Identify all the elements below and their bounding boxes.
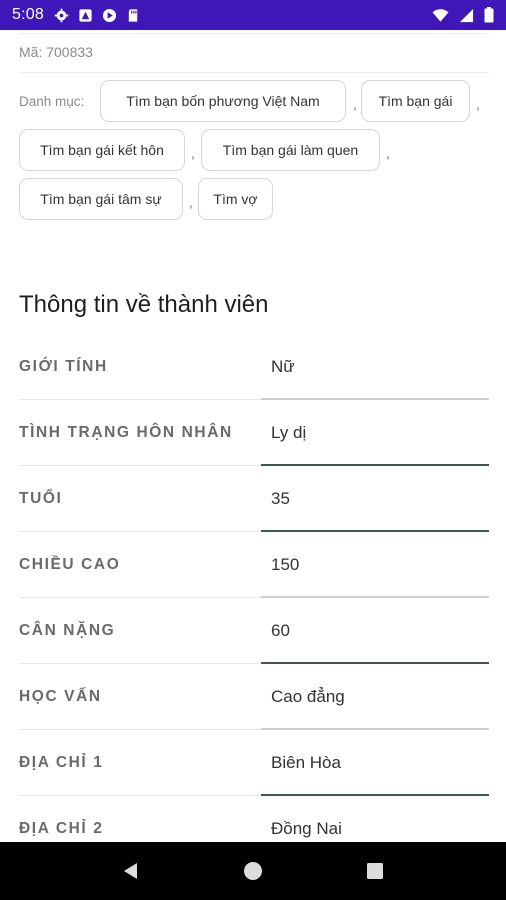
gear-icon bbox=[54, 8, 69, 22]
sd-card-icon bbox=[128, 8, 138, 22]
back-icon bbox=[124, 863, 137, 879]
listing-code: Mã: 700833 bbox=[19, 44, 93, 60]
row-value: Nữ bbox=[271, 357, 295, 376]
row-label: HỌC VẤN bbox=[19, 688, 102, 705]
row-label: CHIỀU CAO bbox=[19, 556, 121, 573]
info-row-gender: GIỚI TÍNH Nữ bbox=[19, 334, 489, 400]
category-chip[interactable]: Tìm bạn gái tâm sự bbox=[19, 178, 183, 220]
category-separator: , bbox=[386, 145, 390, 161]
listing-detail: Mã: 700833 Danh mục: Tìm bạn bốn phương … bbox=[0, 30, 506, 842]
category-chip[interactable]: Tìm vợ bbox=[198, 178, 273, 220]
row-label: TÌNH TRẠNG HÔN NHÂN bbox=[19, 424, 233, 441]
row-value: Biên Hòa bbox=[271, 753, 341, 772]
wifi-icon bbox=[432, 8, 449, 22]
info-row-address-1: ĐỊA CHỈ 1 Biên Hòa bbox=[19, 730, 489, 796]
divider bbox=[19, 72, 489, 73]
category-separator: , bbox=[353, 96, 357, 112]
system-icons bbox=[432, 7, 494, 23]
recents-icon bbox=[367, 863, 383, 879]
battery-icon bbox=[484, 7, 494, 23]
divider bbox=[19, 33, 489, 34]
category-chip[interactable]: Tìm bạn gái bbox=[361, 80, 470, 122]
row-label: GIỚI TÍNH bbox=[19, 358, 108, 375]
row-value: Cao đẳng bbox=[271, 687, 345, 706]
recents-button[interactable] bbox=[355, 851, 395, 891]
play-store-icon bbox=[102, 8, 117, 22]
app-notification-icon bbox=[79, 8, 92, 22]
category-chip[interactable]: Tìm bạn gái làm quen bbox=[201, 129, 380, 171]
row-label: ĐỊA CHỈ 2 bbox=[19, 820, 104, 837]
row-label: ĐỊA CHỈ 1 bbox=[19, 754, 104, 771]
info-row-education: HỌC VẤN Cao đẳng bbox=[19, 664, 489, 730]
info-row-age: TUỔI 35 bbox=[19, 466, 489, 532]
row-value: Đồng Nai bbox=[271, 819, 342, 838]
info-row-marital-status: TÌNH TRẠNG HÔN NHÂN Ly dị bbox=[19, 400, 489, 466]
notification-icons bbox=[54, 8, 141, 23]
category-separator: , bbox=[189, 194, 193, 210]
member-info-title: Thông tin về thành viên bbox=[19, 291, 269, 318]
row-value: 150 bbox=[271, 555, 300, 574]
cell-signal-icon bbox=[459, 8, 474, 22]
status-bar: 5:08 bbox=[0, 0, 506, 30]
system-nav-bar bbox=[0, 842, 506, 900]
row-value: 35 bbox=[271, 489, 290, 508]
info-row-weight: CÂN NẶNG 60 bbox=[19, 598, 489, 664]
row-label: CÂN NẶNG bbox=[19, 622, 116, 639]
info-row-height: CHIỀU CAO 150 bbox=[19, 532, 489, 598]
back-button[interactable] bbox=[111, 851, 151, 891]
status-time: 5:08 bbox=[12, 6, 44, 23]
info-row-address-2: ĐỊA CHỈ 2 Đồng Nai bbox=[19, 796, 489, 842]
row-value: 60 bbox=[271, 621, 290, 640]
home-button[interactable] bbox=[233, 851, 273, 891]
row-value: Ly dị bbox=[271, 423, 307, 442]
category-chip[interactable]: Tìm bạn bốn phương Việt Nam bbox=[100, 80, 346, 122]
category-separator: , bbox=[191, 145, 195, 161]
row-label: TUỔI bbox=[19, 490, 63, 507]
category-label: Danh mục: bbox=[19, 94, 85, 109]
category-separator: , bbox=[476, 96, 480, 112]
category-chip[interactable]: Tìm bạn gái kết hôn bbox=[19, 129, 185, 171]
home-icon bbox=[244, 862, 262, 880]
